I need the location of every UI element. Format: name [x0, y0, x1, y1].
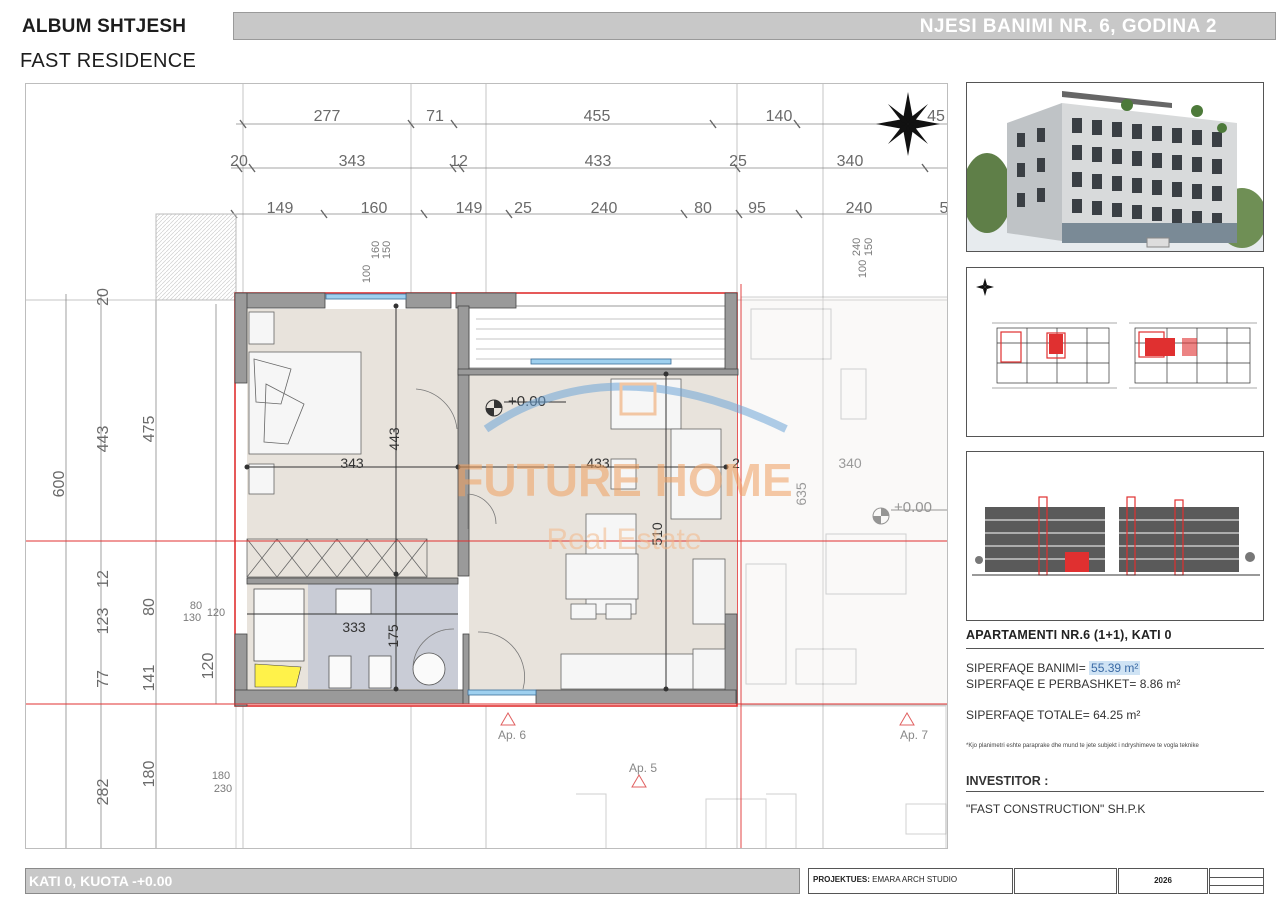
album-subtitle: FAST RESIDENCE: [20, 50, 197, 72]
title-block-end: [1209, 868, 1264, 894]
dim-left-80: 80: [141, 598, 158, 616]
dim-left-123: 123: [95, 608, 112, 635]
dim-small-150b: 150: [863, 238, 875, 256]
projektues-label: PROJEKTUES:: [813, 875, 870, 884]
dim-row3-8: 240: [846, 200, 873, 217]
dim-row3-4: 25: [514, 200, 532, 217]
info-divider: [966, 648, 1264, 649]
unit-title: NJESI BANIMI NR. 6, GODINA 2: [919, 16, 1217, 37]
disclaimer-note: *Kjo planimetri eshte paraprake dhe mund…: [966, 743, 1199, 749]
floor-level-bar: KATI 0, KUOTA -+0.00: [25, 868, 800, 894]
investor-divider: [966, 791, 1264, 792]
floor-level-label: KATI 0, KUOTA -+0.00: [29, 873, 173, 889]
dim-row2-4: 433: [585, 153, 612, 170]
room-dim-333: 333: [342, 619, 366, 635]
album-title: ALBUM SHTJESH: [22, 16, 187, 37]
dim-row3-3: 149: [456, 200, 483, 217]
dim-row3-6: 80: [694, 200, 712, 217]
room-dim-340: 340: [838, 455, 862, 471]
dim-row2-3: 12: [450, 153, 468, 170]
dim-small-230: 230: [214, 783, 232, 795]
dim-small-130: 130: [183, 612, 201, 624]
dim-row3-2: 160: [361, 200, 388, 217]
dim-top-2: 71: [426, 108, 444, 125]
dim-top-4: 140: [766, 108, 793, 125]
projektues-value: EMARA ARCH STUDIO: [872, 875, 958, 884]
dim-left-282: 282: [95, 779, 112, 806]
dim-small-100: 100: [361, 265, 373, 283]
dim-row2-2: 343: [339, 153, 366, 170]
dim-small-180: 180: [212, 770, 230, 782]
dim-row2-6: 340: [837, 153, 864, 170]
dim-left-180: 180: [141, 761, 158, 788]
dim-left-600: 600: [51, 471, 68, 498]
level-value-neighbour: +0.00: [894, 499, 932, 516]
area-living: SIPERFAQE BANIMI= 55.39 m²: [966, 661, 1141, 675]
dim-row3-5: 240: [591, 200, 618, 217]
dim-small-80: 80: [190, 600, 202, 612]
area-total-label: SIPERFAQE TOTALE=: [966, 708, 1090, 722]
area-common-value: 8.86 m²: [1139, 677, 1181, 691]
north-arrow-small-icon: [976, 278, 994, 296]
watermark-subtitle: Real Estate: [546, 523, 701, 556]
dim-small-120: 120: [207, 607, 225, 619]
dim-small-150: 150: [381, 241, 393, 259]
dim-top-3: 455: [584, 108, 611, 125]
area-common: SIPERFAQE E PERBASHKET= 8.86 m²: [966, 677, 1180, 691]
area-common-label: SIPERFAQE E PERBASHKET=: [966, 677, 1137, 691]
investor-label: INVESTITOR :: [966, 774, 1049, 788]
area-total: SIPERFAQE TOTALE= 64.25 m²: [966, 708, 1140, 722]
watermark-title: FUTURE HOME: [455, 454, 792, 506]
dim-row3-1: 149: [267, 200, 294, 217]
dim-row3-9: 5: [940, 200, 948, 217]
ap-label-7: Ap. 7: [900, 728, 928, 742]
dim-row2-1: 20: [230, 153, 248, 170]
dim-left-475: 475: [141, 416, 158, 443]
building-render: [966, 82, 1264, 252]
title-block-details: [1014, 868, 1117, 894]
dim-small-100b: 100: [857, 260, 869, 278]
area-total-value: 64.25 m²: [1093, 708, 1141, 722]
apartment-info: APARTAMENTI NR.6 (1+1), KATI 0 SIPERFAQE…: [966, 628, 1264, 816]
elevation-drawings: [966, 451, 1264, 621]
area-living-label: SIPERFAQE BANIMI=: [966, 661, 1086, 675]
unit-title-bar: NJESI BANIMI NR. 6, GODINA 2: [233, 12, 1276, 40]
dim-row3-7: 95: [748, 200, 766, 217]
dim-left-120: 120: [200, 653, 217, 680]
room-dim-443: 443: [386, 427, 402, 451]
title-block-projektues: PROJEKTUES: EMARA ARCH STUDIO: [808, 868, 1013, 894]
dim-left-12: 12: [95, 570, 112, 588]
ap-label-6: Ap. 6: [498, 728, 526, 742]
ap-label-5: Ap. 5: [629, 761, 657, 775]
dim-left-141: 141: [141, 665, 158, 692]
room-dim-175: 175: [385, 624, 401, 648]
north-arrow-icon: [876, 92, 940, 156]
dim-row2-5: 25: [729, 153, 747, 170]
area-living-value: 55.39 m²: [1089, 661, 1141, 675]
title-block-year: 2026: [1118, 868, 1208, 894]
dim-small-240: 240: [851, 238, 863, 256]
dim-left-77: 77: [95, 670, 112, 688]
room-dim-635: 635: [793, 482, 809, 506]
site-key-plan: [966, 267, 1264, 437]
floor-plan: 277 71 455 140 45 20 343 12 433 25 340 1…: [25, 83, 948, 849]
investor-value: "FAST CONSTRUCTION" SH.P.K: [966, 802, 1146, 816]
apartment-title: APARTAMENTI NR.6 (1+1), KATI 0: [966, 628, 1172, 642]
dim-left-20: 20: [95, 288, 112, 306]
dim-left-443: 443: [95, 426, 112, 453]
dim-top-1: 277: [314, 108, 341, 125]
room-dim-343: 343: [340, 455, 364, 471]
